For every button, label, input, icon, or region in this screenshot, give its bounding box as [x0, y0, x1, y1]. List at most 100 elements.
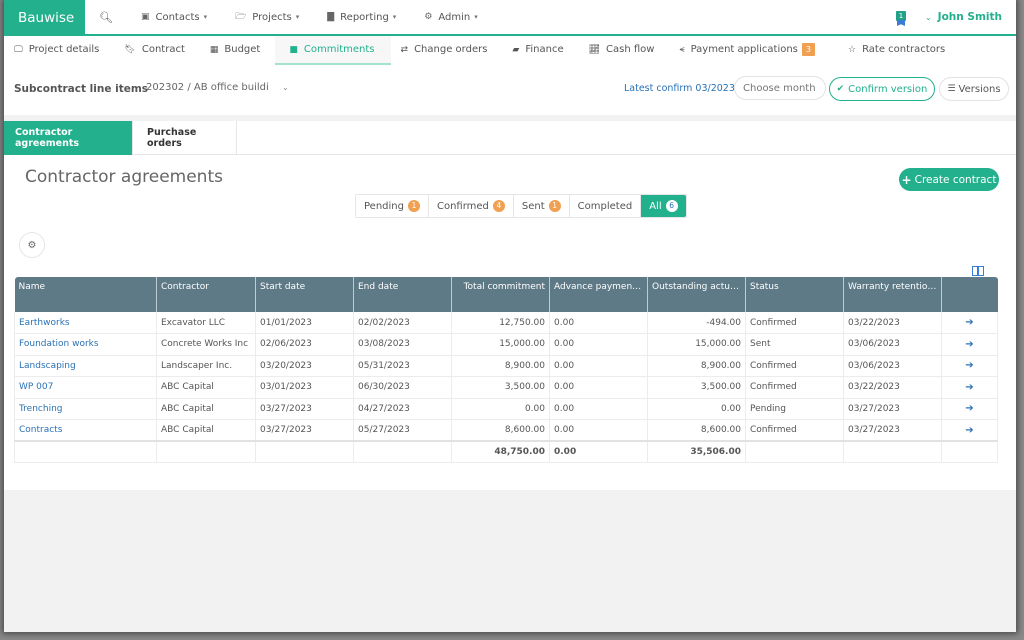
- caret-down-icon: ▾: [295, 13, 300, 21]
- filter-label: All: [649, 200, 662, 212]
- open-row-button[interactable]: ➔: [941, 312, 998, 334]
- open-row-button[interactable]: ➔: [941, 398, 998, 420]
- column-header-warranty-retention[interactable]: Warranty retention e...: [843, 277, 942, 312]
- brand-logo[interactable]: Bauwise: [4, 0, 85, 36]
- gear-icon: ⚙: [424, 12, 433, 22]
- contract-name-link[interactable]: Trenching: [14, 398, 157, 420]
- cell-empty: [843, 440, 942, 463]
- contract-name-link[interactable]: Contracts: [14, 419, 157, 442]
- confirm-version-button[interactable]: ✔ Confirm version: [829, 77, 935, 101]
- choose-month-input[interactable]: [734, 76, 826, 100]
- table-row: Trenching ABC Capital 03/27/2023 04/27/2…: [14, 398, 998, 420]
- tab-project-details[interactable]: 🖵︎ Project details: [4, 36, 114, 65]
- cell-status: Sent: [745, 333, 844, 356]
- column-header-start-date[interactable]: Start date: [255, 277, 354, 312]
- filter-pending[interactable]: Pending 1: [356, 195, 429, 217]
- cell-advance-payment: 0.00: [549, 376, 648, 399]
- versions-button[interactable]: ☰ Versions: [939, 77, 1009, 101]
- contract-name-link[interactable]: Foundation works: [14, 333, 157, 356]
- column-header-advance-payment[interactable]: Advance payment ba...: [549, 277, 648, 312]
- tab-label: Cash flow: [606, 44, 655, 55]
- filter-confirmed[interactable]: Confirmed 4: [428, 195, 514, 217]
- line-chart-icon: 📈︎: [588, 44, 601, 55]
- tab-label: Project details: [28, 44, 100, 55]
- cell-warranty-retention: 03/27/2023: [843, 419, 942, 442]
- filter-count-badge: 1: [407, 200, 420, 212]
- tab-commitments[interactable]: ■ Commitments: [275, 36, 391, 65]
- tab-cash-flow[interactable]: 📈︎ Cash flow: [579, 36, 670, 65]
- tab-budget[interactable]: ▦ Budget: [200, 36, 275, 65]
- menu-projects[interactable]: 🗁︎ Projects ▾: [221, 0, 313, 34]
- project-select[interactable]: 202302 / AB office buildi ⌄: [146, 82, 289, 93]
- filter-label: Sent: [521, 200, 545, 212]
- award-icon: [896, 20, 905, 26]
- tab-label: Contract: [141, 44, 185, 55]
- cell-empty: [745, 440, 844, 463]
- cell-warranty-retention: 03/22/2023: [843, 376, 942, 399]
- user-menu[interactable]: John Smith: [938, 11, 1002, 23]
- contract-name-link[interactable]: Landscaping: [14, 355, 157, 377]
- filter-all[interactable]: All 6: [641, 195, 686, 217]
- tab-purchase-orders[interactable]: Purchase orders: [133, 121, 237, 155]
- open-row-button[interactable]: ➔: [941, 376, 998, 399]
- column-header-name[interactable]: Name: [14, 277, 157, 312]
- tab-label: Commitments: [303, 44, 375, 55]
- cell-end-date: 05/27/2023: [353, 419, 452, 442]
- user-area: 1 ⌄ John Smith: [895, 0, 1002, 34]
- column-header-outstanding-actuals[interactable]: Outstanding actuals: [647, 277, 746, 312]
- cell-advance-payment: 0.00: [549, 312, 648, 334]
- table-row: Landscaping Landscaper Inc. 03/20/2023 0…: [14, 355, 998, 377]
- cell-contractor: Excavator LLC: [156, 312, 256, 334]
- tab-payment-applications[interactable]: ⪪ Payment applications 3: [669, 36, 830, 65]
- filter-completed[interactable]: Completed: [569, 195, 642, 217]
- project-tabs: 🖵︎ Project details 🔖︎ Contract ▦ Budget …: [4, 36, 1016, 65]
- tab-label: Payment applications: [690, 44, 798, 55]
- filter-count-badge: 1: [548, 200, 561, 212]
- tab-change-orders[interactable]: ⇄ Change orders: [391, 36, 503, 65]
- menu-reporting[interactable]: ▇ Reporting ▾: [313, 0, 410, 34]
- contract-name-link[interactable]: WP 007: [14, 376, 157, 399]
- tab-finance[interactable]: ▰ Finance: [502, 36, 578, 65]
- cell-status: Pending: [745, 398, 844, 420]
- cell-total-commitment: 8,900.00: [451, 355, 550, 377]
- cell-start-date: 03/20/2023: [255, 355, 354, 377]
- cell-end-date: 02/02/2023: [353, 312, 452, 334]
- retweet-icon: ⇄: [400, 44, 409, 55]
- search-button[interactable]: 🔍︎: [85, 0, 127, 34]
- column-header-status[interactable]: Status: [745, 277, 844, 312]
- columns-icon[interactable]: [972, 266, 984, 276]
- filter-sent[interactable]: Sent 1: [513, 195, 570, 217]
- cell-total-commitment: 12,750.00: [451, 312, 550, 334]
- notifications-button[interactable]: 1: [895, 8, 907, 26]
- column-header-contractor[interactable]: Contractor: [156, 277, 256, 312]
- chevron-down-icon: ⌄: [281, 83, 289, 92]
- arrow-right-icon: ➔: [965, 424, 974, 436]
- open-row-button[interactable]: ➔: [941, 355, 998, 377]
- tab-label: Rate contractors: [862, 44, 946, 55]
- table-row: Foundation works Concrete Works Inc 02/0…: [14, 333, 998, 356]
- menu-label: Contacts: [155, 11, 200, 23]
- tab-rate-contractors[interactable]: ☆ Rate contractors: [830, 36, 960, 65]
- cell-start-date: 02/06/2023: [255, 333, 354, 356]
- cell-contractor: ABC Capital: [156, 376, 256, 399]
- filter-label: Pending: [364, 200, 404, 212]
- cell-outstanding-actuals: 8,600.00: [647, 419, 746, 442]
- tab-contractor-agreements[interactable]: Contractor agreements: [4, 121, 133, 155]
- cell-outstanding-actuals: 0.00: [647, 398, 746, 420]
- column-header-end-date[interactable]: End date: [353, 277, 452, 312]
- open-row-button[interactable]: ➔: [941, 333, 998, 356]
- tab-contract[interactable]: 🔖︎ Contract: [114, 36, 199, 65]
- contract-name-link[interactable]: Earthworks: [14, 312, 157, 334]
- notification-count: 1: [895, 11, 906, 21]
- cell-contractor: Landscaper Inc.: [156, 355, 256, 377]
- cell-contractor: Concrete Works Inc: [156, 333, 256, 356]
- menu-contacts[interactable]: ▣ Contacts ▾: [127, 0, 221, 34]
- latest-confirm-link[interactable]: Latest confirm 03/2023: [624, 83, 735, 94]
- desktop-icon: 🖵︎: [14, 44, 23, 55]
- table-settings-button[interactable]: ⚙: [19, 232, 45, 258]
- cell-total-commitment: 15,000.00: [451, 333, 550, 356]
- menu-admin[interactable]: ⚙ Admin ▾: [410, 0, 491, 34]
- create-contract-button[interactable]: + Create contract: [899, 168, 999, 191]
- column-header-total-commitment[interactable]: Total commitment: [451, 277, 550, 312]
- open-row-button[interactable]: ➔: [941, 419, 998, 442]
